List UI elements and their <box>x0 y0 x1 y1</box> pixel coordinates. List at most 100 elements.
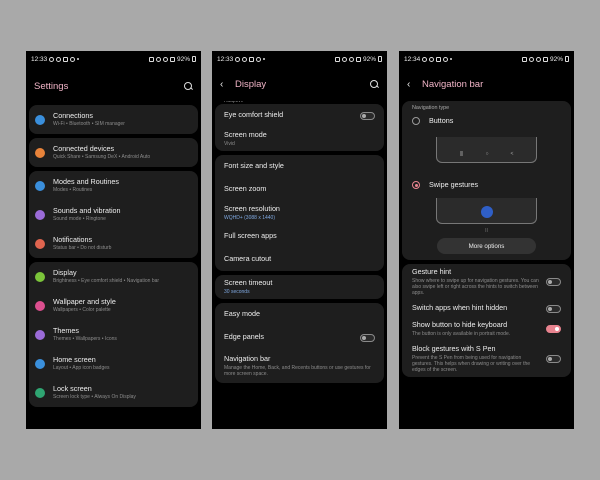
whatsapp-icon <box>56 56 62 62</box>
battery-percent: 92% <box>362 55 376 63</box>
themes-icon <box>35 329 45 340</box>
settings-group-card: Display Brightness • Eye comfort shield •… <box>29 262 198 407</box>
display-item-title: Screen timeout <box>224 278 273 288</box>
display-item-title: Easy mode <box>224 309 260 319</box>
settings-item-title: Modes and Routines <box>53 176 119 186</box>
display-item-screen-resolution[interactable]: Screen resolution WQHD+ (3088 x 1440) <box>215 201 384 225</box>
settings-item-home-screen[interactable]: Home screen Layout • App icon badges <box>29 349 198 378</box>
settings-item-title: Themes <box>53 325 79 335</box>
settings-group-card: Connected devices Quick Share • Samsung D… <box>29 138 198 167</box>
display-item-title: Edge panels <box>224 332 264 342</box>
display-item-navigation-bar[interactable]: Navigation bar Manage the Home, Back, and… <box>215 349 384 383</box>
swipe-gestures-option[interactable]: Swipe gestures <box>402 175 571 195</box>
nav-setting-subtitle: Show where to swipe up for navigation ge… <box>412 277 539 297</box>
whatsapp-icon <box>429 56 435 62</box>
wallpaper-and-style-icon <box>35 300 45 311</box>
nav-setting-block-gestures-with-s-pen[interactable]: Block gestures with S Pen Prevent the S P… <box>402 341 571 377</box>
settings-item-wallpaper-and-style[interactable]: Wallpaper and style Wallpapers • Color pa… <box>29 291 198 320</box>
display-item-screen-mode[interactable]: Screen mode Vivid <box>215 127 384 151</box>
signal-icon <box>542 56 548 62</box>
display-item-subtitle: WQHD+ (3088 x 1440) <box>224 214 275 221</box>
status-time: 12:33 <box>217 55 234 63</box>
signal-icon <box>169 56 175 62</box>
settings-item-themes[interactable]: Themes Themes • Wallpapers • Icons <box>29 320 198 349</box>
display-item-title: Camera cutout <box>224 254 272 264</box>
search-icon[interactable] <box>369 79 379 89</box>
mute-icon <box>155 56 161 62</box>
back-arrow-icon[interactable]: ‹ <box>220 79 226 90</box>
alarm-icon <box>334 56 340 62</box>
app-icon <box>256 56 262 62</box>
wifi-icon <box>348 56 354 62</box>
nav-setting-title: Gesture hint <box>412 267 452 276</box>
navigation-type-label: Navigation type <box>412 105 450 111</box>
messenger-icon <box>249 56 255 62</box>
page-title: Navigation bar <box>422 78 484 90</box>
settings-item-display[interactable]: Display Brightness • Eye comfort shield •… <box>29 262 198 291</box>
wifi-icon <box>162 56 168 62</box>
settings-item-notifications[interactable]: Notifications Status bar • Do not disturb <box>29 229 198 258</box>
settings-item-sounds-and-vibration[interactable]: Sounds and vibration Sound mode • Rington… <box>29 200 198 229</box>
settings-item-title: Home screen <box>53 354 96 364</box>
nav-setting-switch-apps-when-hint-hidden[interactable]: Switch apps when hint hidden <box>402 300 571 317</box>
display-item-title: Screen mode <box>224 130 267 140</box>
display-item-subtitle: 30 seconds <box>224 288 250 295</box>
notifications-icon <box>35 238 45 249</box>
display-item-title: Full screen apps <box>224 231 277 241</box>
display-item-easy-mode[interactable]: Easy mode <box>215 303 384 326</box>
phone-icon <box>235 56 241 62</box>
wifi-icon <box>535 56 541 62</box>
phone-settings: 12:33 92% Settings Connections Wi-Fi • Bl… <box>26 51 201 429</box>
search-icon[interactable] <box>183 81 193 91</box>
battery-percent: 92% <box>176 55 190 63</box>
settings-item-connected-devices[interactable]: Connected devices Quick Share • Samsung D… <box>29 138 198 167</box>
settings-item-title: Connected devices <box>53 143 115 153</box>
settings-item-subtitle: Wi-Fi • Bluetooth • SIM manager <box>53 121 125 128</box>
more-options-button[interactable]: More options <box>437 238 536 254</box>
home-screen-icon <box>35 358 45 369</box>
settings-item-modes-and-routines[interactable]: Modes and Routines Modes • Routines <box>29 171 198 200</box>
gesture-hint-toggle[interactable] <box>546 278 561 287</box>
settings-item-subtitle: Brightness • Eye comfort shield • Naviga… <box>53 278 160 285</box>
back-arrow-icon[interactable]: ‹ <box>407 79 413 90</box>
settings-item-subtitle: Screen lock type • Always On Display <box>53 394 136 401</box>
settings-item-subtitle: Status bar • Do not disturb <box>53 245 112 252</box>
nav-setting-subtitle: Prevent the S Pen from being used for na… <box>412 354 531 374</box>
eye-comfort-shield-toggle[interactable] <box>360 111 375 120</box>
swipe-gestures-radio[interactable] <box>412 181 420 189</box>
display-item-screen-timeout[interactable]: Screen timeout 30 seconds <box>215 275 384 299</box>
display-item-edge-panels[interactable]: Edge panels <box>215 326 384 349</box>
mute-icon <box>341 56 347 62</box>
settings-item-subtitle: Modes • Routines <box>53 187 93 194</box>
nav-setting-show-button-to-hide-keyboard[interactable]: Show button to hide keyboard The button i… <box>402 317 571 341</box>
alarm-icon <box>148 56 154 62</box>
nav-setting-gesture-hint[interactable]: Gesture hint Show where to swipe up for n… <box>402 264 571 300</box>
display-item-font-size-and-style[interactable]: Font size and style <box>215 155 384 178</box>
settings-item-subtitle: Layout • App icon badges <box>53 365 110 372</box>
display-item-eye-comfort-shield[interactable]: Eye comfort shield <box>215 104 384 127</box>
display-group-card: Easy mode Edge panels Navigation bar Manage… <box>215 303 384 383</box>
lock-screen-icon <box>35 387 45 398</box>
settings-item-title: Wallpaper and style <box>53 296 116 306</box>
back-key-icon: < <box>510 151 514 157</box>
settings-item-subtitle: Quick Share • Samsung DeX • Android Auto <box>53 154 151 161</box>
display-item-full-screen-apps[interactable]: Full screen apps <box>215 225 384 248</box>
settings-item-connections[interactable]: Connections Wi-Fi • Bluetooth • SIM manag… <box>29 105 198 134</box>
switch-apps-when-hint-hidden-toggle[interactable] <box>546 304 561 313</box>
show-button-to-hide-keyboard-toggle[interactable] <box>546 324 561 333</box>
display-item-camera-cutout[interactable]: Camera cutout <box>215 248 384 271</box>
messenger-icon <box>436 56 442 62</box>
display-icon <box>35 271 45 282</box>
settings-item-title: Sounds and vibration <box>53 205 121 215</box>
alarm-icon <box>521 56 527 62</box>
edge-panels-toggle[interactable] <box>360 333 375 342</box>
phone-display: 12:33 92% ‹ Display Adaptive Eye comfort… <box>212 51 387 429</box>
block-gestures-with-s-pen-toggle[interactable] <box>546 355 561 364</box>
settings-item-lock-screen[interactable]: Lock screen Screen lock type • Always On … <box>29 378 198 407</box>
display-item-title: Font size and style <box>224 161 284 171</box>
status-bar: 12:33 92% <box>212 51 387 67</box>
buttons-option[interactable]: Buttons <box>402 111 571 131</box>
buttons-radio[interactable] <box>412 117 420 125</box>
connections-icon <box>35 114 45 125</box>
display-item-screen-zoom[interactable]: Screen zoom <box>215 178 384 201</box>
